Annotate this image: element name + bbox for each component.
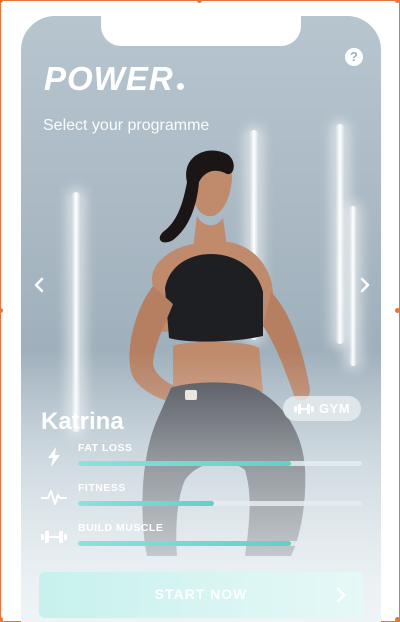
goal-label: FITNESS <box>78 482 126 494</box>
dumbbell-icon <box>293 403 314 414</box>
start-now-label: START NOW <box>154 586 248 602</box>
start-now-button[interactable]: START NOW <box>39 572 363 618</box>
goal-level-fill <box>78 541 291 546</box>
goal-row-build-muscle[interactable]: BUILD MUSCLE <box>41 522 363 552</box>
phone-screen: POWER Select your programme ? Katrina GY… <box>21 16 381 622</box>
dumbbell-icon <box>41 531 67 543</box>
goal-label: FAT LOSS <box>78 442 133 454</box>
gym-badge-label: GYM <box>318 401 351 416</box>
chevron-right-icon <box>336 587 346 603</box>
trainer-name: Katrina <box>41 408 124 435</box>
goal-level-fill <box>78 461 291 466</box>
frame-handle <box>395 308 400 313</box>
goal-level-track <box>78 501 362 506</box>
goal-level-track <box>78 541 362 546</box>
logo-dot <box>176 83 184 90</box>
previous-arrow-icon[interactable] <box>31 272 47 298</box>
phone-notch <box>101 16 301 46</box>
next-arrow-icon[interactable] <box>357 272 373 298</box>
page-subtitle: Select your programme <box>43 117 210 134</box>
goal-row-fitness[interactable]: FITNESS <box>41 482 363 512</box>
help-icon[interactable]: ? <box>345 48 363 66</box>
goal-row-fat-loss[interactable]: FAT LOSS <box>41 442 363 472</box>
frame-handle <box>395 617 400 622</box>
background-light <box>349 206 357 366</box>
heartbeat-icon <box>41 490 67 505</box>
gym-badge[interactable]: GYM <box>283 396 361 421</box>
goal-level-track <box>78 461 362 466</box>
lightning-icon <box>48 447 60 467</box>
logo-text: POWER <box>44 60 174 97</box>
goal-label: BUILD MUSCLE <box>78 522 164 534</box>
app-logo: POWER <box>44 60 184 98</box>
goal-level-fill <box>78 501 215 506</box>
